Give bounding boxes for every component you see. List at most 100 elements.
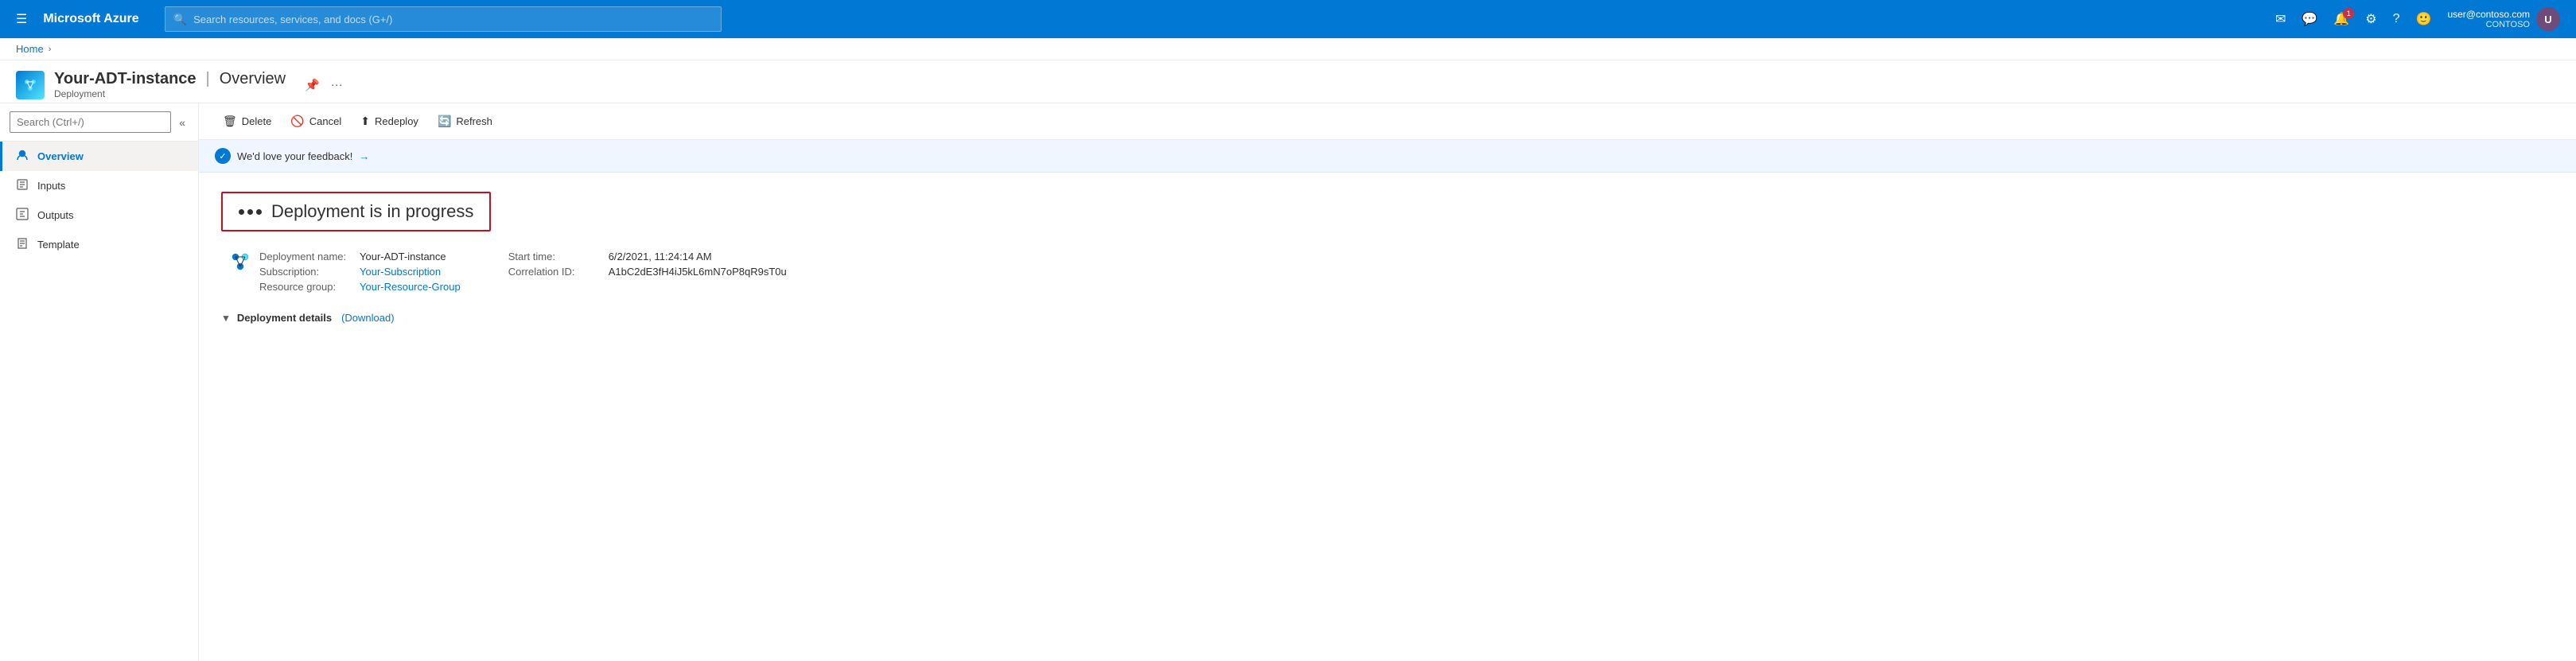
cancel-label: Cancel xyxy=(309,115,341,127)
brand-name: Microsoft Azure xyxy=(43,12,138,26)
sidebar-item-label-inputs: Inputs xyxy=(37,180,65,192)
page-title: Your-ADT-instance xyxy=(54,70,197,88)
adt-resource-icon xyxy=(21,76,39,94)
resource-group-label: Resource group: xyxy=(259,281,355,293)
start-time-row: Start time: 6/2/2021, 11:24:14 AM xyxy=(508,251,787,262)
deployment-status-title: Deployment is in progress xyxy=(271,201,473,222)
overview-icon xyxy=(15,149,29,164)
start-time-value: 6/2/2021, 11:24:14 AM xyxy=(609,251,712,262)
page-header: Your-ADT-instance | Overview Deployment … xyxy=(0,60,2576,103)
sidebar-item-overview[interactable]: Overview xyxy=(0,142,198,171)
deployment-info-column-left: Deployment name: Your-ADT-instance Subsc… xyxy=(259,251,461,293)
template-icon xyxy=(15,237,29,252)
page-title-separator: | xyxy=(206,70,210,88)
sidebar-item-template[interactable]: Template xyxy=(0,230,198,259)
nav-icons-group: ✉ 💬 🔔 1 ⚙ ? 🙂 user@contoso.com CONTOSO U xyxy=(2269,4,2566,34)
deployment-name-label: Deployment name: xyxy=(259,251,355,262)
sidebar-item-label-template: Template xyxy=(37,239,80,251)
page-header-top: Your-ADT-instance | Overview Deployment … xyxy=(16,70,2560,99)
deployment-details-label: Deployment details xyxy=(237,312,332,324)
smiley-icon-button[interactable]: 🙂 xyxy=(2410,6,2438,32)
delete-label: Delete xyxy=(242,115,272,127)
subscription-row: Subscription: Your-Subscription xyxy=(259,266,461,278)
sidebar-item-label-overview: Overview xyxy=(37,150,84,162)
details-chevron-icon: ▼ xyxy=(221,313,231,324)
breadcrumb: Home › xyxy=(0,38,2576,60)
deployment-info-left: Deployment name: Your-ADT-instance Subsc… xyxy=(228,251,461,293)
feedback-text: We'd love your feedback! xyxy=(237,150,352,162)
refresh-icon: 🔄 xyxy=(438,115,451,128)
delete-button[interactable]: 🗑 Delete xyxy=(215,110,279,133)
main-layout: « Overview Inputs Outputs xyxy=(0,103,2576,661)
sidebar: « Overview Inputs Outputs xyxy=(0,103,199,661)
settings-icon-button[interactable]: ⚙ xyxy=(2359,6,2383,32)
refresh-button[interactable]: 🔄 Refresh xyxy=(430,110,500,133)
home-breadcrumb-link[interactable]: Home xyxy=(16,43,44,55)
resource-group-row: Resource group: Your-Resource-Group xyxy=(259,281,461,293)
feedback-bar: ✓ We'd love your feedback! → xyxy=(199,140,2576,173)
outputs-icon xyxy=(15,208,29,223)
deployment-section: Deployment is in progress xyxy=(199,173,2576,343)
email-icon-button[interactable]: ✉ xyxy=(2269,6,2292,32)
global-search-input[interactable] xyxy=(193,14,713,25)
sidebar-search-input[interactable] xyxy=(10,111,171,133)
status-dot-2 xyxy=(247,209,253,215)
subscription-value[interactable]: Your-Subscription xyxy=(360,266,441,278)
correlation-value: A1bC2dE3fH4iJ5kL6mN7oP8qR9sT0u xyxy=(609,266,787,278)
sidebar-collapse-button[interactable]: « xyxy=(176,113,189,132)
deployment-info: Deployment name: Your-ADT-instance Subsc… xyxy=(221,251,2554,293)
sidebar-item-label-outputs: Outputs xyxy=(37,209,74,221)
content-area: ✓ We'd love your feedback! → Deployment … xyxy=(199,140,2576,661)
correlation-row: Correlation ID: A1bC2dE3fH4iJ5kL6mN7oP8q… xyxy=(508,266,787,278)
redeploy-button[interactable]: ⬆ Redeploy xyxy=(352,110,426,133)
hamburger-menu-button[interactable]: ☰ xyxy=(10,6,33,32)
cancel-icon: 🚫 xyxy=(290,115,304,128)
help-icon-button[interactable]: ? xyxy=(2387,7,2407,31)
toolbar: 🗑 Delete 🚫 Cancel ⬆ Redeploy 🔄 Refresh xyxy=(199,103,2576,140)
sidebar-item-outputs[interactable]: Outputs xyxy=(0,200,198,230)
inputs-icon xyxy=(15,178,29,193)
pin-icon-button[interactable]: 📌 xyxy=(302,75,323,95)
deployment-details-row[interactable]: ▼ Deployment details (Download) xyxy=(221,312,2554,324)
breadcrumb-chevron-icon: › xyxy=(49,45,52,54)
global-search-bar: 🔍 xyxy=(165,6,722,32)
sidebar-search-area: « xyxy=(0,103,198,142)
user-org: CONTOSO xyxy=(2447,20,2530,29)
content-with-toolbar: 🗑 Delete 🚫 Cancel ⬆ Redeploy 🔄 Refresh ✓… xyxy=(199,103,2576,661)
redeploy-icon: ⬆ xyxy=(360,115,370,128)
cancel-button[interactable]: 🚫 Cancel xyxy=(282,110,349,133)
more-options-button[interactable]: ··· xyxy=(328,75,346,95)
deployment-download-link[interactable]: (Download) xyxy=(341,312,394,324)
top-navigation: ☰ Microsoft Azure 🔍 ✉ 💬 🔔 1 ⚙ ? 🙂 user@c… xyxy=(0,0,2576,38)
search-icon: 🔍 xyxy=(173,13,187,26)
page-title-section: Your-ADT-instance | Overview Deployment xyxy=(54,70,286,99)
deployment-adt-icon xyxy=(228,251,253,276)
redeploy-label: Redeploy xyxy=(375,115,418,127)
user-avatar: U xyxy=(2536,7,2560,31)
user-email: user@contoso.com xyxy=(2447,9,2530,20)
sidebar-item-inputs[interactable]: Inputs xyxy=(0,171,198,200)
user-text: user@contoso.com CONTOSO xyxy=(2447,9,2530,29)
sidebar-nav: Overview Inputs Outputs Template xyxy=(0,142,198,661)
subscription-label: Subscription: xyxy=(259,266,355,278)
resource-icon xyxy=(16,71,45,99)
refresh-label: Refresh xyxy=(456,115,492,127)
resource-group-value[interactable]: Your-Resource-Group xyxy=(360,281,461,293)
status-dot-3 xyxy=(256,209,262,215)
feedback-icon: ✓ xyxy=(215,148,231,164)
delete-icon: 🗑 xyxy=(223,115,237,128)
header-actions: 📌 ··· xyxy=(302,75,346,95)
notifications-icon-button[interactable]: 🔔 1 xyxy=(2327,6,2356,32)
status-dot-1 xyxy=(239,209,244,215)
page-subtitle: Deployment xyxy=(54,88,286,99)
user-profile-button[interactable]: user@contoso.com CONTOSO U xyxy=(2441,4,2566,34)
deployment-status-box: Deployment is in progress xyxy=(221,192,491,231)
feedback-link[interactable]: → xyxy=(359,150,369,162)
feedback-icon-button[interactable]: 💬 xyxy=(2295,6,2324,32)
deployment-info-column-right: Start time: 6/2/2021, 11:24:14 AM Correl… xyxy=(508,251,787,293)
notification-badge: 1 xyxy=(2343,8,2354,19)
correlation-label: Correlation ID: xyxy=(508,266,604,278)
status-dots xyxy=(239,209,262,215)
deployment-name-value: Your-ADT-instance xyxy=(360,251,446,262)
start-time-label: Start time: xyxy=(508,251,604,262)
